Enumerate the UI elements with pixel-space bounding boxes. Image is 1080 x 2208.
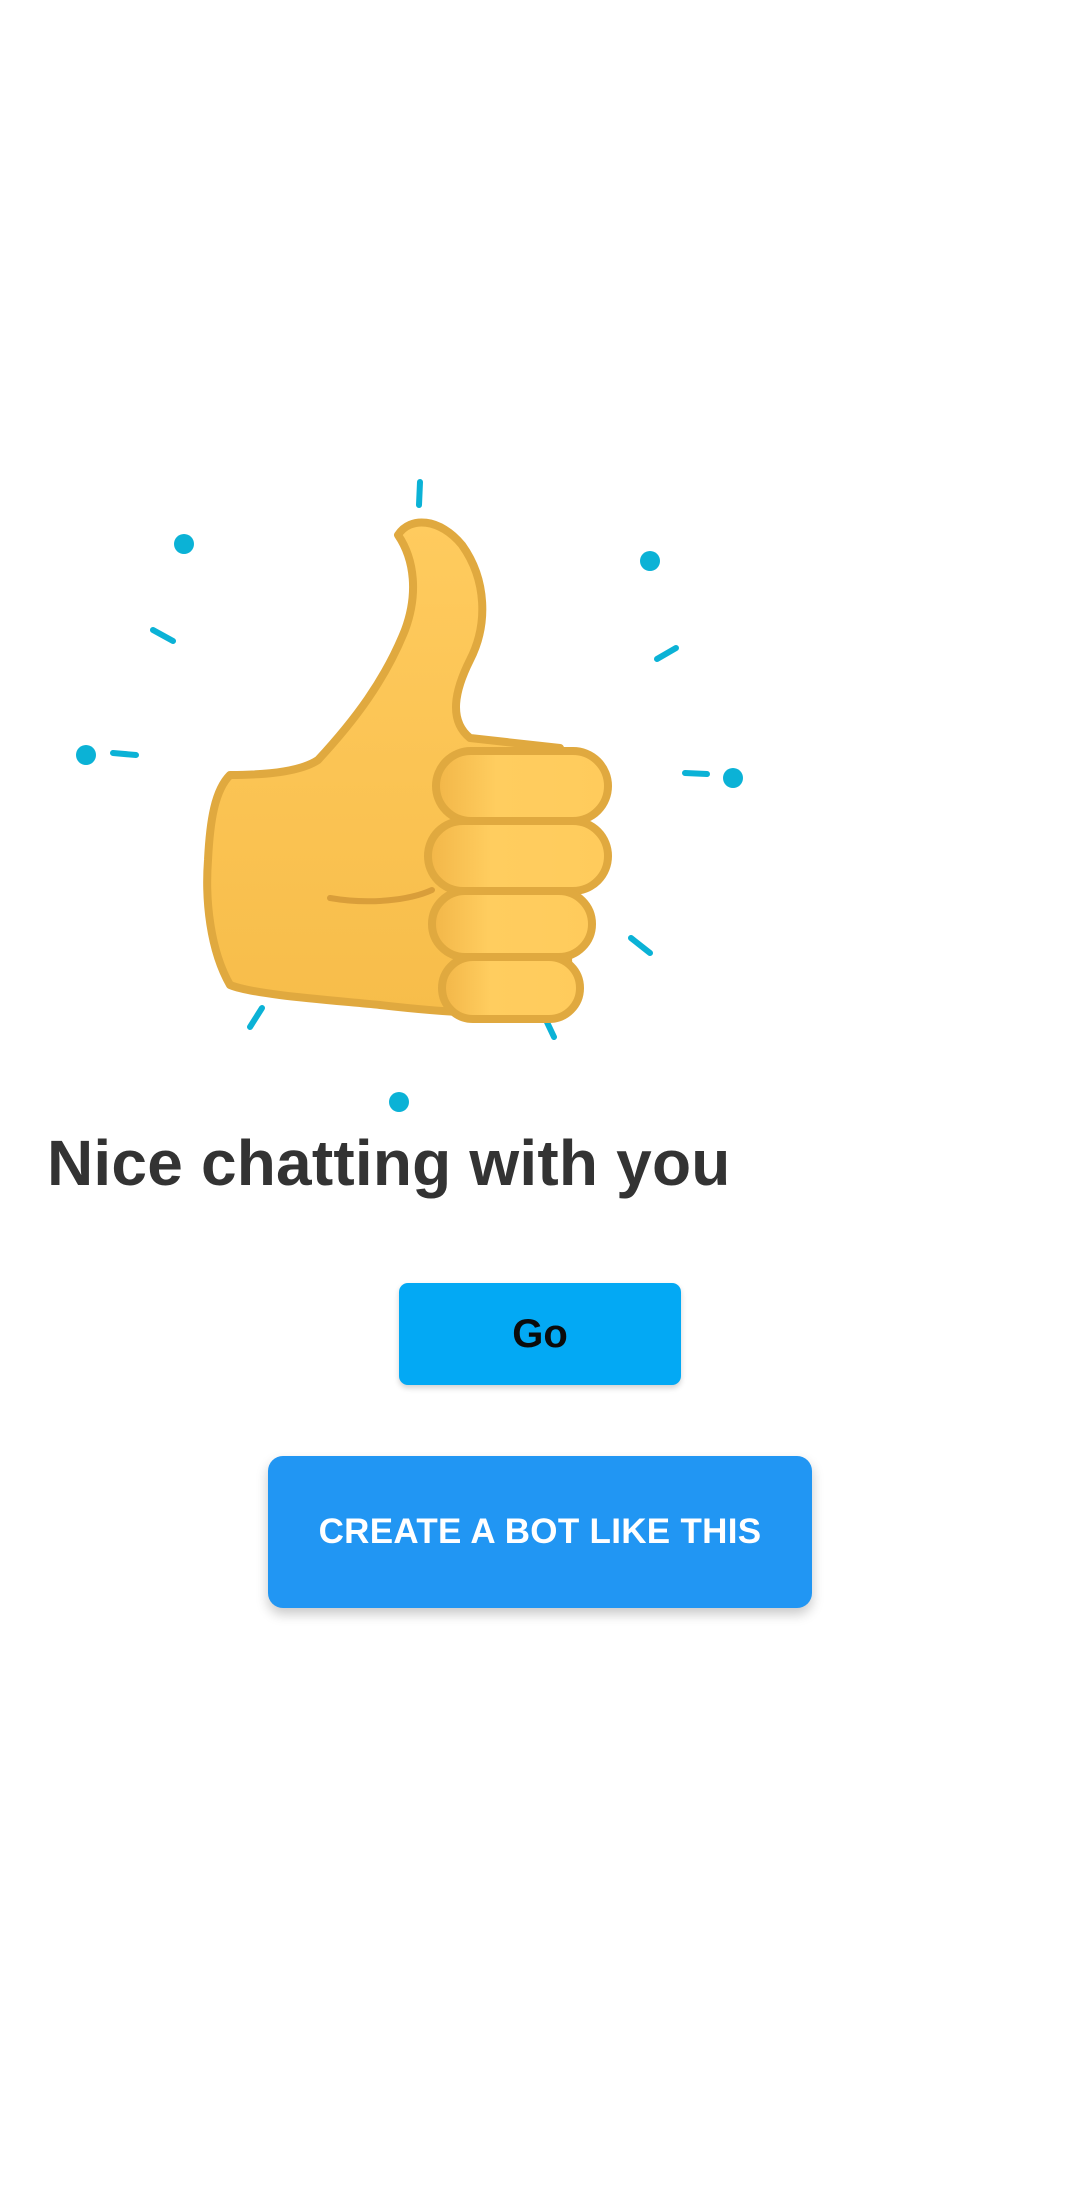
thumbs-up-icon	[76, 479, 743, 1112]
go-button[interactable]: Go	[399, 1283, 681, 1385]
create-bot-button[interactable]: CREATE A BOT LIKE THIS	[268, 1456, 812, 1608]
thumbs-up-illustration	[60, 470, 760, 1120]
page-title: Nice chatting with you	[47, 1127, 731, 1199]
